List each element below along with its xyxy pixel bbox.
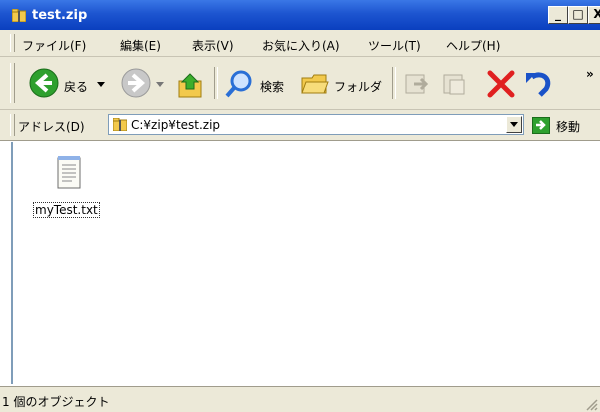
explorer-window: test.zip _ □ X ファイル(F) 編集(E) 表示(V) お気に入り…: [0, 0, 600, 412]
title-bar[interactable]: test.zip _ □ X: [0, 0, 600, 30]
menu-tools[interactable]: ツール(T): [368, 37, 421, 54]
standard-toolbar: 戻る 検索 フォルダ »: [0, 57, 600, 110]
forward-arrow-icon: [121, 68, 151, 98]
menu-edit[interactable]: 編集(E): [120, 37, 161, 54]
back-label: 戻る: [64, 80, 89, 94]
toolbar-separator: [214, 67, 218, 99]
menu-file[interactable]: ファイル(F): [22, 37, 86, 54]
delete-icon[interactable]: [486, 69, 516, 99]
toolbar-separator: [392, 67, 396, 99]
status-bar: 1 個のオブジェクト: [0, 386, 600, 412]
file-list-pane[interactable]: myTest.txt: [11, 142, 600, 384]
address-dropdown-button[interactable]: [506, 116, 522, 133]
search-icon: [225, 70, 252, 98]
zip-folder-icon: [113, 118, 127, 131]
folders-label: フォルダ: [334, 80, 383, 94]
search-label: 検索: [260, 80, 285, 94]
close-button[interactable]: X: [588, 6, 600, 24]
menu-favorites[interactable]: お気に入り(A): [262, 37, 340, 54]
address-bar-grip[interactable]: [10, 114, 15, 136]
address-value: C:¥zip¥test.zip: [131, 118, 221, 132]
back-dropdown-icon[interactable]: [97, 82, 105, 87]
go-arrow-icon: [536, 120, 546, 130]
menu-view[interactable]: 表示(V): [192, 37, 234, 54]
toolbar-grip[interactable]: [10, 63, 15, 103]
go-label[interactable]: 移動: [556, 118, 580, 135]
chevron-down-icon: [510, 122, 518, 127]
back-button[interactable]: 戻る: [22, 65, 108, 101]
menu-help[interactable]: ヘルプ(H): [446, 37, 500, 54]
menu-bar-grip[interactable]: [10, 34, 15, 52]
copy-to-icon[interactable]: [442, 71, 468, 97]
window-title: test.zip: [32, 8, 88, 23]
move-to-icon[interactable]: [404, 71, 430, 97]
resize-grip-icon[interactable]: [584, 397, 598, 411]
file-item[interactable]: myTest.txt: [31, 154, 111, 224]
forward-dropdown-icon[interactable]: [156, 82, 164, 87]
text-file-icon: [57, 156, 81, 189]
status-text: 1 個のオブジェクト: [2, 395, 110, 409]
undo-icon[interactable]: [522, 69, 554, 99]
up-folder-icon[interactable]: [176, 71, 204, 99]
address-bar: アドレス(D) C:¥zip¥test.zip 移動: [0, 110, 600, 141]
folders-icon: [301, 74, 329, 94]
toolbar-overflow-chevron[interactable]: »: [586, 67, 594, 81]
search-button[interactable]: 検索: [222, 65, 292, 101]
forward-button[interactable]: [116, 65, 168, 101]
maximize-button[interactable]: □: [568, 6, 588, 24]
folders-button[interactable]: フォルダ: [298, 65, 382, 101]
back-arrow-icon: [29, 68, 59, 98]
menu-bar: ファイル(F) 編集(E) 表示(V) お気に入り(A) ツール(T) ヘルプ(…: [0, 30, 600, 86]
minimize-button[interactable]: _: [548, 6, 568, 24]
file-name: myTest.txt: [33, 202, 100, 218]
address-input[interactable]: C:¥zip¥test.zip: [108, 114, 524, 135]
go-button[interactable]: [532, 117, 550, 134]
zip-folder-icon: [12, 9, 26, 22]
address-label: アドレス(D): [18, 120, 85, 134]
